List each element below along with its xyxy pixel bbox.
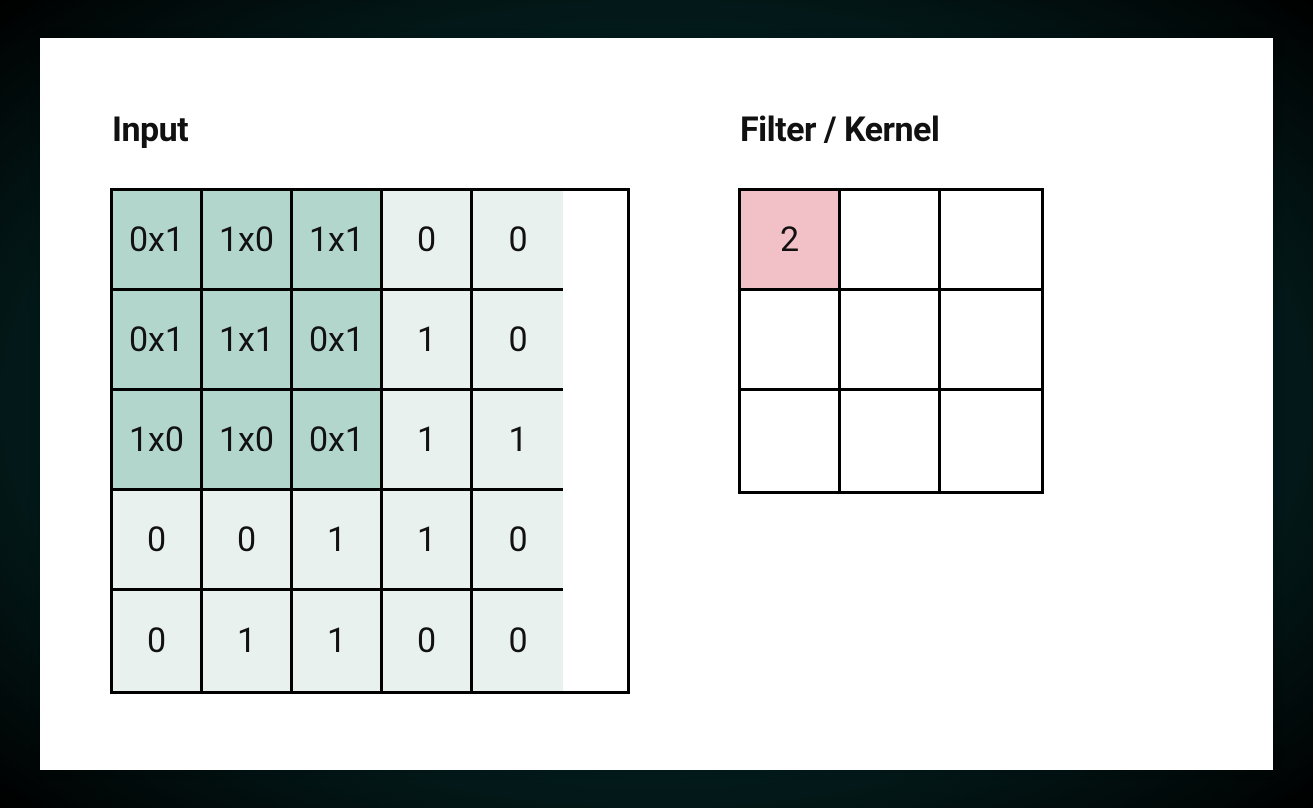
filter-cell [941,291,1041,391]
filter-column: Filter / Kernel 2 [738,110,1044,694]
input-cell: 0 [113,491,203,591]
input-cell: 1x0 [113,391,203,491]
input-cell: 0 [473,191,563,291]
filter-cell [841,291,941,391]
input-cell: 1x1 [203,291,293,391]
input-cell: 1x0 [203,391,293,491]
input-heading: Input [112,110,630,150]
filter-cell [741,291,841,391]
input-cell: 0 [113,591,203,691]
filter-cell [841,191,941,291]
content-row: Input 0x1 1x0 1x1 0 0 0x1 1x1 0x1 1 0 1x… [40,38,1273,694]
filter-cell [841,391,941,491]
filter-cell: 2 [741,191,841,291]
input-cell: 0x1 [293,291,383,391]
input-cell: 1 [383,491,473,591]
input-cell: 0 [383,591,473,691]
input-cell: 0x1 [113,191,203,291]
input-cell: 1 [383,291,473,391]
filter-grid: 2 [738,188,1044,494]
input-cell: 0 [203,491,293,591]
input-cell: 1 [203,591,293,691]
input-cell: 0x1 [113,291,203,391]
filter-cell [941,191,1041,291]
input-cell: 1x0 [203,191,293,291]
input-cell: 0 [473,491,563,591]
input-cell: 0 [473,291,563,391]
filter-heading: Filter / Kernel [740,110,1044,150]
input-cell: 1x1 [293,191,383,291]
filter-cell [941,391,1041,491]
input-cell: 1 [293,591,383,691]
input-column: Input 0x1 1x0 1x1 0 0 0x1 1x1 0x1 1 0 1x… [110,110,630,694]
input-cell: 0x1 [293,391,383,491]
input-grid: 0x1 1x0 1x1 0 0 0x1 1x1 0x1 1 0 1x0 1x0 … [110,188,630,694]
input-cell: 1 [473,391,563,491]
diagram-card: Input 0x1 1x0 1x1 0 0 0x1 1x1 0x1 1 0 1x… [40,38,1273,770]
filter-cell [741,391,841,491]
input-cell: 1 [383,391,473,491]
input-cell: 1 [293,491,383,591]
input-cell: 0 [383,191,473,291]
input-cell: 0 [473,591,563,691]
